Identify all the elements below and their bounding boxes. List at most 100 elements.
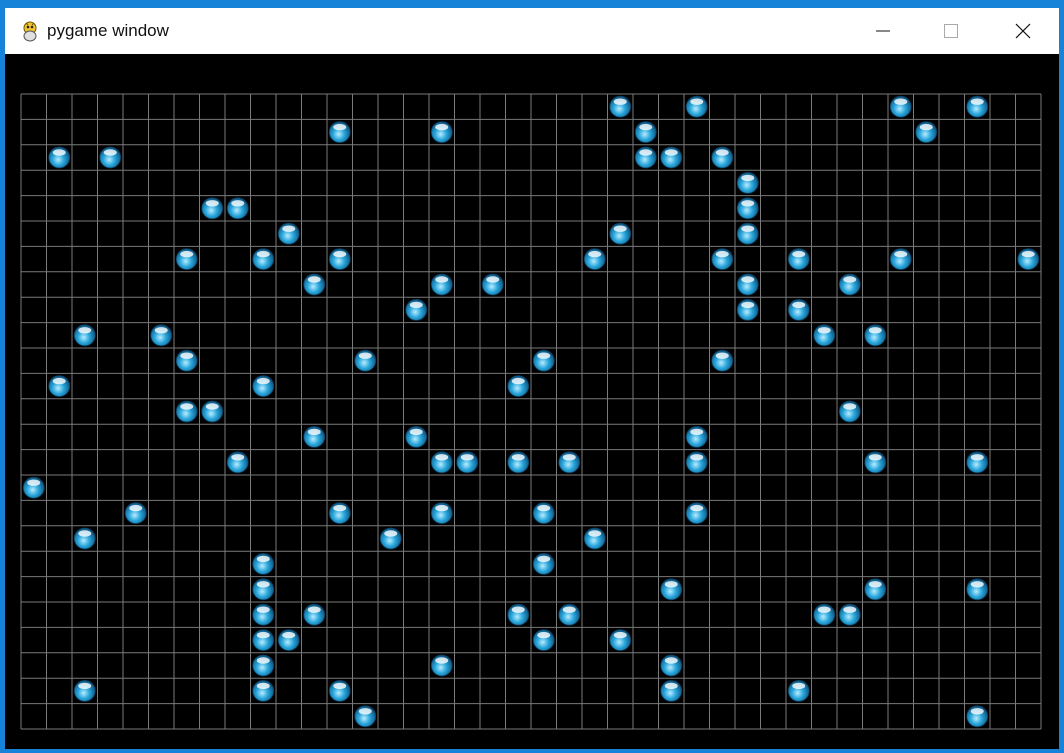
ball-piece[interactable]: [507, 375, 530, 398]
ball-piece[interactable]: [150, 324, 173, 347]
ball-piece[interactable]: [201, 197, 224, 220]
ball-piece[interactable]: [685, 502, 708, 525]
title-bar[interactable]: pygame window: [5, 8, 1059, 54]
ball-piece[interactable]: [736, 222, 759, 245]
ball-piece[interactable]: [124, 502, 147, 525]
ball-piece[interactable]: [354, 705, 377, 728]
ball-piece[interactable]: [532, 552, 555, 575]
ball-piece[interactable]: [813, 324, 836, 347]
ball-piece[interactable]: [864, 324, 887, 347]
ball-piece[interactable]: [252, 248, 275, 271]
ball-piece[interactable]: [1017, 248, 1040, 271]
ball-piece[interactable]: [889, 95, 912, 118]
ball-piece[interactable]: [328, 680, 351, 702]
ball-piece[interactable]: [838, 400, 861, 423]
ball-piece[interactable]: [660, 578, 683, 601]
ball-piece[interactable]: [711, 248, 734, 271]
ball-piece[interactable]: [73, 680, 96, 702]
ball-piece[interactable]: [583, 248, 606, 271]
ball-piece[interactable]: [838, 603, 861, 626]
ball-piece[interactable]: [864, 578, 887, 601]
ball-piece[interactable]: [252, 603, 275, 626]
ball-piece[interactable]: [736, 171, 759, 194]
ball-piece[interactable]: [558, 603, 581, 626]
close-button[interactable]: [989, 8, 1057, 54]
ball-piece[interactable]: [787, 248, 810, 271]
ball-piece[interactable]: [303, 425, 326, 448]
ball-piece[interactable]: [430, 654, 453, 677]
ball-piece[interactable]: [889, 248, 912, 271]
ball-piece[interactable]: [175, 248, 198, 271]
ball-piece[interactable]: [634, 121, 657, 143]
ball-piece[interactable]: [660, 146, 683, 169]
ball-piece[interactable]: [787, 298, 810, 321]
ball-piece[interactable]: [583, 527, 606, 550]
ball-piece[interactable]: [73, 527, 96, 550]
ball-piece[interactable]: [328, 248, 351, 271]
game-canvas[interactable]: [5, 54, 1059, 749]
ball-piece[interactable]: [303, 273, 326, 296]
maximize-button[interactable]: [917, 8, 985, 54]
ball-piece[interactable]: [226, 451, 249, 474]
ball-piece[interactable]: [660, 680, 683, 702]
ball-piece[interactable]: [787, 680, 810, 702]
ball-piece[interactable]: [507, 451, 530, 474]
ball-piece[interactable]: [711, 146, 734, 169]
ball-piece[interactable]: [277, 222, 300, 245]
ball-piece[interactable]: [430, 451, 453, 474]
ball-piece[interactable]: [252, 680, 275, 702]
ball-piece[interactable]: [73, 324, 96, 347]
ball-piece[interactable]: [430, 502, 453, 525]
ball-piece[interactable]: [532, 349, 555, 372]
ball-piece[interactable]: [252, 375, 275, 398]
ball-piece[interactable]: [175, 349, 198, 372]
ball-piece[interactable]: [634, 146, 657, 169]
ball-piece[interactable]: [252, 552, 275, 575]
ball-piece[interactable]: [226, 197, 249, 220]
ball-piece[interactable]: [507, 603, 530, 626]
ball-piece[interactable]: [252, 578, 275, 601]
ball-piece[interactable]: [838, 273, 861, 296]
ball-piece[interactable]: [609, 95, 632, 118]
ball-piece[interactable]: [277, 629, 300, 651]
ball-piece[interactable]: [456, 451, 479, 474]
ball-piece[interactable]: [966, 451, 989, 474]
ball-piece[interactable]: [864, 451, 887, 474]
ball-piece[interactable]: [430, 121, 453, 143]
ball-piece[interactable]: [201, 400, 224, 423]
ball-piece[interactable]: [354, 349, 377, 372]
ball-piece[interactable]: [966, 705, 989, 728]
ball-piece[interactable]: [736, 298, 759, 321]
ball-piece[interactable]: [252, 654, 275, 677]
ball-piece[interactable]: [558, 451, 581, 474]
ball-piece[interactable]: [813, 603, 836, 626]
ball-piece[interactable]: [532, 502, 555, 525]
ball-piece[interactable]: [711, 349, 734, 372]
minimize-button[interactable]: [849, 8, 917, 54]
ball-piece[interactable]: [966, 95, 989, 118]
ball-piece[interactable]: [22, 476, 45, 499]
ball-piece[interactable]: [379, 527, 402, 550]
ball-piece[interactable]: [405, 298, 428, 321]
ball-piece[interactable]: [252, 629, 275, 651]
ball-piece[interactable]: [481, 273, 504, 296]
ball-piece[interactable]: [660, 654, 683, 677]
ball-piece[interactable]: [99, 146, 122, 169]
ball-piece[interactable]: [736, 273, 759, 296]
ball-piece[interactable]: [328, 121, 351, 143]
ball-piece[interactable]: [303, 603, 326, 626]
ball-piece[interactable]: [685, 95, 708, 118]
ball-piece[interactable]: [685, 425, 708, 448]
ball-piece[interactable]: [430, 273, 453, 296]
ball-piece[interactable]: [48, 375, 71, 398]
ball-piece[interactable]: [405, 425, 428, 448]
ball-piece[interactable]: [175, 400, 198, 423]
ball-piece[interactable]: [915, 121, 938, 143]
ball-piece[interactable]: [966, 578, 989, 601]
ball-piece[interactable]: [609, 222, 632, 245]
ball-piece[interactable]: [736, 197, 759, 220]
ball-piece[interactable]: [48, 146, 71, 169]
ball-piece[interactable]: [532, 629, 555, 651]
ball-piece[interactable]: [328, 502, 351, 525]
ball-piece[interactable]: [685, 451, 708, 474]
